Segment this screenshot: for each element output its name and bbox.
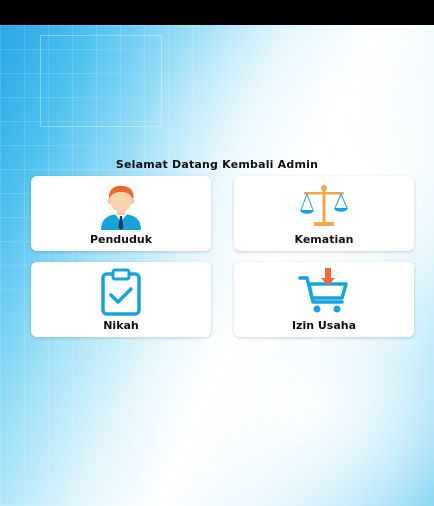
app-screen: Selamat Datang Kembali Admin Penduduk Ke… <box>0 0 434 506</box>
izin-usaha-card[interactable]: Izin Usaha <box>234 262 414 337</box>
welcome-title: Selamat Datang Kembali Admin <box>115 158 319 171</box>
cart-download-icon <box>298 268 348 313</box>
kematian-card[interactable]: Kematian <box>234 176 414 251</box>
scale-icon <box>300 185 348 226</box>
kematian-label: Kematian <box>294 233 354 246</box>
izin-usaha-label: Izin Usaha <box>291 319 357 332</box>
nikah-label: Nikah <box>103 319 139 332</box>
clipboard-check-icon <box>101 268 141 316</box>
nikah-card[interactable]: Nikah <box>31 262 211 337</box>
penduduk-card[interactable]: Penduduk <box>31 176 211 251</box>
penduduk-label: Penduduk <box>89 233 153 246</box>
person-icon <box>101 185 141 230</box>
status-bar <box>0 0 434 25</box>
